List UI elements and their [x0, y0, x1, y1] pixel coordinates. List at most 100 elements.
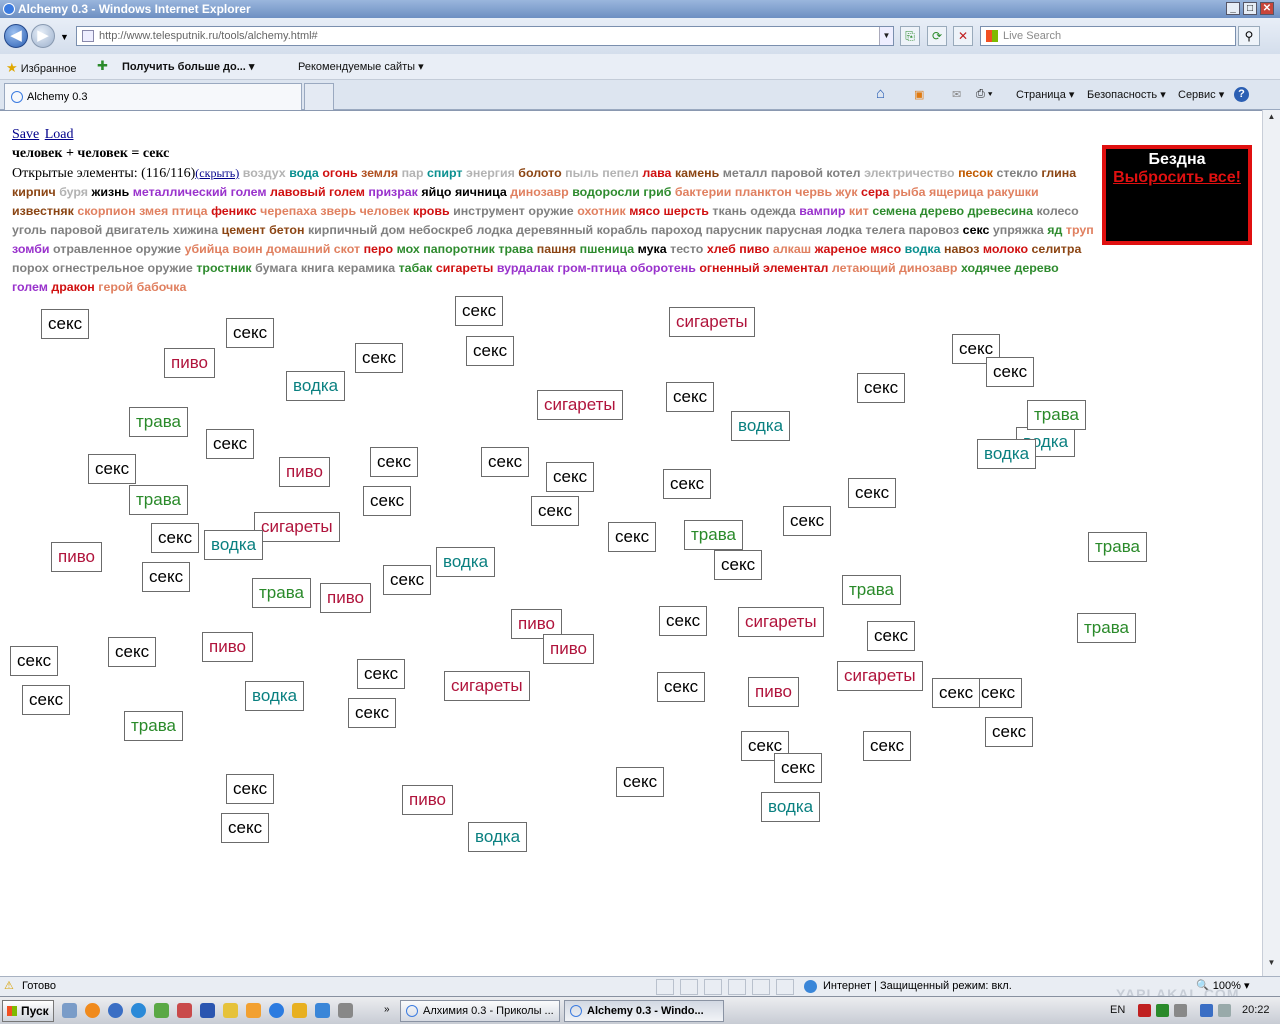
open-element[interactable]: охотник	[577, 204, 625, 218]
workspace-element[interactable]: водка	[977, 439, 1037, 469]
open-element[interactable]: голем	[12, 280, 48, 294]
open-element[interactable]: земля	[361, 166, 398, 180]
workspace-element[interactable]: секс	[10, 646, 59, 676]
open-element[interactable]: древесина	[968, 204, 1033, 218]
open-element[interactable]: сигареты	[436, 261, 494, 275]
open-element[interactable]: известняк	[12, 204, 74, 218]
open-element[interactable]: пепел	[602, 166, 639, 180]
workspace-element[interactable]: секс	[857, 373, 906, 403]
workspace-element[interactable]: секс	[848, 478, 897, 508]
forward-button[interactable]: ▶	[31, 24, 55, 48]
open-element[interactable]: упряжка	[993, 223, 1044, 237]
open-element[interactable]: сера	[861, 185, 889, 199]
open-element[interactable]: скорпион	[77, 204, 135, 218]
workspace-element[interactable]: водка	[245, 681, 305, 711]
workspace-element[interactable]: секс	[142, 562, 191, 592]
workspace-element[interactable]: секс	[221, 813, 270, 843]
workspace-element[interactable]: пиво	[748, 677, 799, 707]
workspace-element[interactable]: водка	[468, 822, 528, 852]
address-field[interactable]: http://www.telesputnik.ru/tools/alchemy.…	[76, 26, 894, 46]
open-element[interactable]: феникс	[211, 204, 257, 218]
quicklaunch-icon-10[interactable]	[269, 1003, 284, 1018]
open-element[interactable]: паровой двигатель	[50, 223, 169, 237]
language-indicator[interactable]: EN	[1110, 1004, 1125, 1016]
workspace-element[interactable]: трава	[252, 578, 311, 608]
open-element[interactable]: ракушки	[987, 185, 1039, 199]
open-element[interactable]: огненный элементал	[699, 261, 828, 275]
address-dropdown-icon[interactable]: ▼	[879, 27, 893, 45]
open-element[interactable]: тесто	[670, 242, 703, 256]
save-link[interactable]: Save	[12, 127, 39, 142]
open-element[interactable]: черепаха	[260, 204, 317, 218]
minimize-button[interactable]: _	[1226, 2, 1240, 15]
quicklaunch-icon-4[interactable]	[131, 1003, 146, 1018]
get-more-addons-link[interactable]: Получить больше до... ▾	[122, 60, 254, 73]
workspace-element[interactable]: секс	[986, 357, 1035, 387]
workspace-element[interactable]: секс	[714, 550, 763, 580]
open-element[interactable]: навоз	[944, 242, 979, 256]
security-menu[interactable]: Безопасность ▾	[1087, 88, 1166, 101]
workspace-element[interactable]: секс	[370, 447, 419, 477]
workspace-element[interactable]: секс	[383, 565, 432, 595]
open-element[interactable]: змея	[139, 204, 168, 218]
workspace-element[interactable]: секс	[616, 767, 665, 797]
quicklaunch-icon-12[interactable]	[315, 1003, 330, 1018]
open-element[interactable]: перо	[364, 242, 394, 256]
workspace-element[interactable]: сигареты	[837, 661, 923, 691]
open-element[interactable]: паровоз	[909, 223, 960, 237]
tray-icon-1[interactable]	[1138, 1004, 1151, 1017]
workspace-element[interactable]: секс	[774, 753, 823, 783]
open-element[interactable]: бактерии	[675, 185, 732, 199]
service-menu[interactable]: Сервис ▾	[1178, 88, 1224, 101]
taskbar-overflow-icon[interactable]: »	[384, 1004, 390, 1015]
open-element[interactable]: молоко	[983, 242, 1028, 256]
open-element[interactable]: ткань	[712, 204, 746, 218]
open-element[interactable]: ходячее дерево	[961, 261, 1059, 275]
open-element[interactable]: домашний скот	[266, 242, 360, 256]
open-element[interactable]: металл	[723, 166, 768, 180]
workspace-element[interactable]: секс	[867, 621, 916, 651]
open-element[interactable]: гриб	[643, 185, 671, 199]
open-element[interactable]: секс	[963, 223, 990, 237]
open-element[interactable]: мука	[638, 242, 667, 256]
open-element[interactable]: воин	[233, 242, 263, 256]
workspace-element[interactable]: секс	[481, 447, 530, 477]
scroll-down-icon[interactable]: ▼	[1265, 958, 1278, 972]
open-element[interactable]: человек	[360, 204, 410, 218]
page-menu[interactable]: Страница ▾	[1016, 88, 1074, 101]
favorites-button[interactable]: ★ Избранное	[6, 60, 76, 76]
open-element[interactable]: пароход	[651, 223, 702, 237]
workspace-element[interactable]: сигареты	[537, 390, 623, 420]
quicklaunch-icon-6[interactable]	[177, 1003, 192, 1018]
open-element[interactable]: телега	[866, 223, 906, 237]
open-element[interactable]: хлеб	[707, 242, 736, 256]
open-element[interactable]: планктон	[735, 185, 792, 199]
workspace-element[interactable]: секс	[363, 486, 412, 516]
open-element[interactable]: динозавр	[510, 185, 568, 199]
refresh-icon[interactable]: ⟳	[927, 26, 947, 46]
open-element[interactable]: тростник	[196, 261, 251, 275]
quicklaunch-icon-9[interactable]	[246, 1003, 261, 1018]
load-link[interactable]: Load	[45, 127, 74, 142]
open-element[interactable]: колесо	[1037, 204, 1079, 218]
task-alchemy-jokes[interactable]: Алхимия 0.3 - Приколы ...	[400, 1000, 560, 1022]
workspace-element[interactable]: водка	[761, 792, 821, 822]
open-element[interactable]: мясо	[629, 204, 660, 218]
open-element[interactable]: яичница	[455, 185, 507, 199]
open-element[interactable]: водка	[905, 242, 941, 256]
open-element[interactable]: алкаш	[773, 242, 811, 256]
open-element[interactable]: лавовый голем	[270, 185, 365, 199]
workspace-element[interactable]: пиво	[164, 348, 215, 378]
workspace-element[interactable]: секс	[41, 309, 90, 339]
open-element[interactable]: парусник	[706, 223, 763, 237]
workspace-element[interactable]: секс	[783, 506, 832, 536]
network-icon[interactable]	[1200, 1004, 1213, 1017]
vertical-scrollbar[interactable]: ▲ ▼	[1262, 110, 1280, 976]
workspace-element[interactable]: пиво	[202, 632, 253, 662]
open-element[interactable]: гром-птица	[557, 261, 626, 275]
open-element[interactable]: птица	[172, 204, 208, 218]
open-element[interactable]: оборотень	[630, 261, 696, 275]
workspace-element[interactable]: секс	[666, 382, 715, 412]
workspace-element[interactable]: секс	[151, 523, 200, 553]
task-alchemy-window[interactable]: Alchemy 0.3 - Windo...	[564, 1000, 724, 1022]
